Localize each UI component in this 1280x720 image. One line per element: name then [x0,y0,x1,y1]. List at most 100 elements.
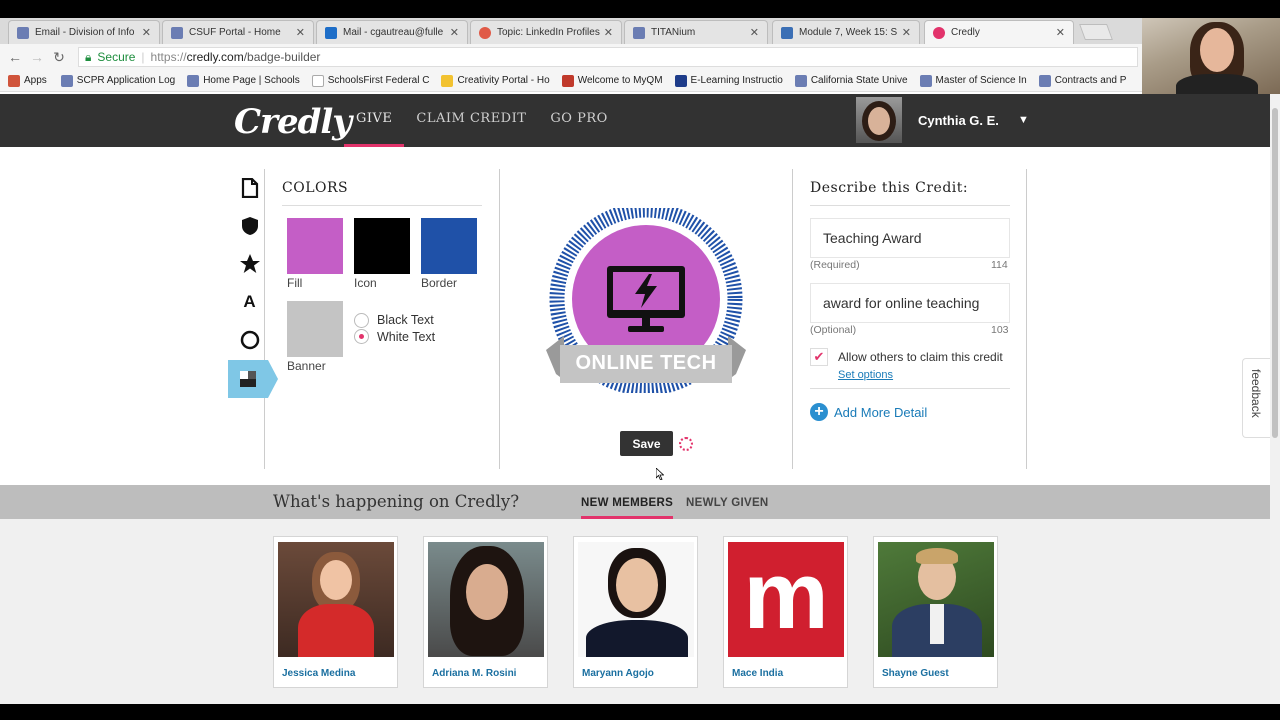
feedback-tab[interactable]: feedback [1242,358,1270,438]
member-card[interactable]: Shayne Guest [873,536,998,688]
add-more-detail-link[interactable]: Add More Detail [834,405,927,420]
set-options-link[interactable]: Set options [838,369,893,381]
user-name[interactable]: Cynthia G. E. [918,94,999,147]
browser-tab[interactable]: Mail - cgautreau@fulle ✕ [316,20,468,44]
nav-claim-credit[interactable]: CLAIM CREDIT [404,94,538,147]
divider [1026,169,1027,469]
browser-tab[interactable]: Topic: LinkedIn Profiles ✕ [470,20,622,44]
credit-description-input[interactable] [810,283,1010,323]
member-card[interactable]: m Mace India [723,536,848,688]
bookmark-favicon-icon [561,74,574,87]
shape-tool[interactable] [234,207,265,245]
save-button[interactable]: Save [620,431,673,456]
circle-icon [240,330,259,350]
member-photo[interactable] [428,542,544,657]
divider [792,169,793,469]
bookmark-favicon-icon [187,74,200,87]
browser-tab[interactable]: Email - Division of Info ✕ [8,20,160,44]
url-text: https://credly.com/badge-builder [150,50,321,64]
white-text-radio[interactable] [354,329,369,344]
member-card[interactable]: Adriana M. Rosini [423,536,548,688]
browser-tab[interactable]: CSUF Portal - Home ✕ [162,20,314,44]
member-photo[interactable] [578,542,694,657]
template-tool[interactable] [234,169,265,207]
reload-icon[interactable]: ↻ [48,49,70,66]
member-photo[interactable] [278,542,394,657]
close-icon[interactable]: ✕ [1056,26,1065,39]
bookmark-item[interactable]: California State Unive [794,74,908,87]
site-header: Credly GIVE CLAIM CREDIT GO PRO Cynthia … [0,94,1270,147]
mouse-cursor-icon [656,468,664,480]
member-name[interactable]: Maryann Agojo [582,668,654,679]
tab-new-members[interactable]: NEW MEMBERS [581,497,674,519]
back-icon[interactable]: ← [4,49,26,65]
member-name[interactable]: Shayne Guest [882,668,949,679]
bookmark-item[interactable]: E-Learning Instructio [674,74,783,87]
close-icon[interactable]: ✕ [604,26,613,39]
tab-newly-given[interactable]: NEWLY GIVEN [686,497,769,519]
bookmark-item[interactable]: Home Page | Schools [187,74,300,87]
bookmark-item[interactable]: Contracts and P [1038,74,1126,87]
badge-preview: ONLINE TECH [546,202,746,396]
member-card[interactable]: Maryann Agojo [573,536,698,688]
member-photo[interactable] [878,542,994,657]
tab-favicon-icon [633,26,645,39]
user-menu-caret-icon[interactable]: ▼ [1018,94,1029,147]
member-name[interactable]: Adriana M. Rosini [432,668,516,679]
nav-go-pro[interactable]: GO PRO [538,94,619,147]
close-icon[interactable]: ✕ [450,26,459,39]
bookmark-item[interactable]: SCPR Application Log [60,74,175,87]
browser-tab[interactable]: TITANium ✕ [624,20,768,44]
close-icon[interactable]: ✕ [296,26,305,39]
text-tool[interactable]: A [234,283,265,321]
loading-spinner-icon [679,437,693,451]
close-icon[interactable]: ✕ [750,26,759,39]
colors-tool[interactable] [228,360,278,398]
icon-color-swatch[interactable] [354,218,410,274]
credit-name-input[interactable] [810,218,1010,258]
bookmark-favicon-icon [441,74,454,87]
bookmarks-bar: Apps SCPR Application Log Home Page | Sc… [0,70,1280,92]
badge-banner-text: ONLINE TECH [575,352,717,374]
member-card[interactable]: Jessica Medina [273,536,398,688]
tab-favicon-icon [171,26,183,39]
border-color-swatch[interactable] [421,218,477,274]
bookmark-item[interactable]: Master of Science In [919,74,1027,87]
main-nav: GIVE CLAIM CREDIT GO PRO [344,94,620,147]
nav-give[interactable]: GIVE [344,94,405,147]
browser-tab[interactable]: Module 7, Week 15: S ✕ [772,20,920,44]
url-input[interactable]: 🔒︎ Secure | https://credly.com/badge-bui… [78,47,1138,67]
close-icon[interactable]: ✕ [902,26,911,39]
black-text-radio[interactable] [354,313,369,328]
star-icon [239,254,260,273]
member-name[interactable]: Mace India [732,668,783,679]
bookmark-item[interactable]: Welcome to MyQM [561,74,663,87]
bookmark-favicon-icon [1038,74,1051,87]
bookmark-item[interactable]: Creativity Portal - Ho [441,74,550,87]
user-avatar[interactable] [856,97,902,143]
tab-favicon-icon [17,26,29,39]
divider [499,169,500,469]
fill-color-swatch[interactable] [287,218,343,274]
bookmark-item[interactable]: SchoolsFirst Federal C [311,74,429,87]
browser-tab-active[interactable]: Credly ✕ [924,20,1074,44]
banner-color-swatch[interactable] [287,301,343,357]
member-name[interactable]: Jessica Medina [282,668,355,679]
plus-circle-icon[interactable]: + [810,403,828,421]
border-label: Border [421,276,458,290]
required-hint: (Required) [810,259,860,271]
bookmark-apps[interactable]: Apps [8,74,47,87]
member-logo[interactable]: m [728,542,844,657]
close-icon[interactable]: ✕ [142,26,151,39]
optional-hint: (Optional) [810,324,857,336]
icon-tool[interactable] [234,245,265,283]
forward-icon[interactable]: → [26,49,48,65]
border-tool[interactable] [234,321,265,359]
secure-label: Secure [97,50,136,64]
allow-claim-checkbox[interactable]: ✔ [810,348,828,366]
badge-tool-strip: A [228,169,278,469]
divider [810,388,1010,389]
credly-logo[interactable]: Credly [234,102,352,142]
scrollbar-thumb[interactable] [1272,108,1278,438]
new-tab-button[interactable] [1079,24,1113,40]
